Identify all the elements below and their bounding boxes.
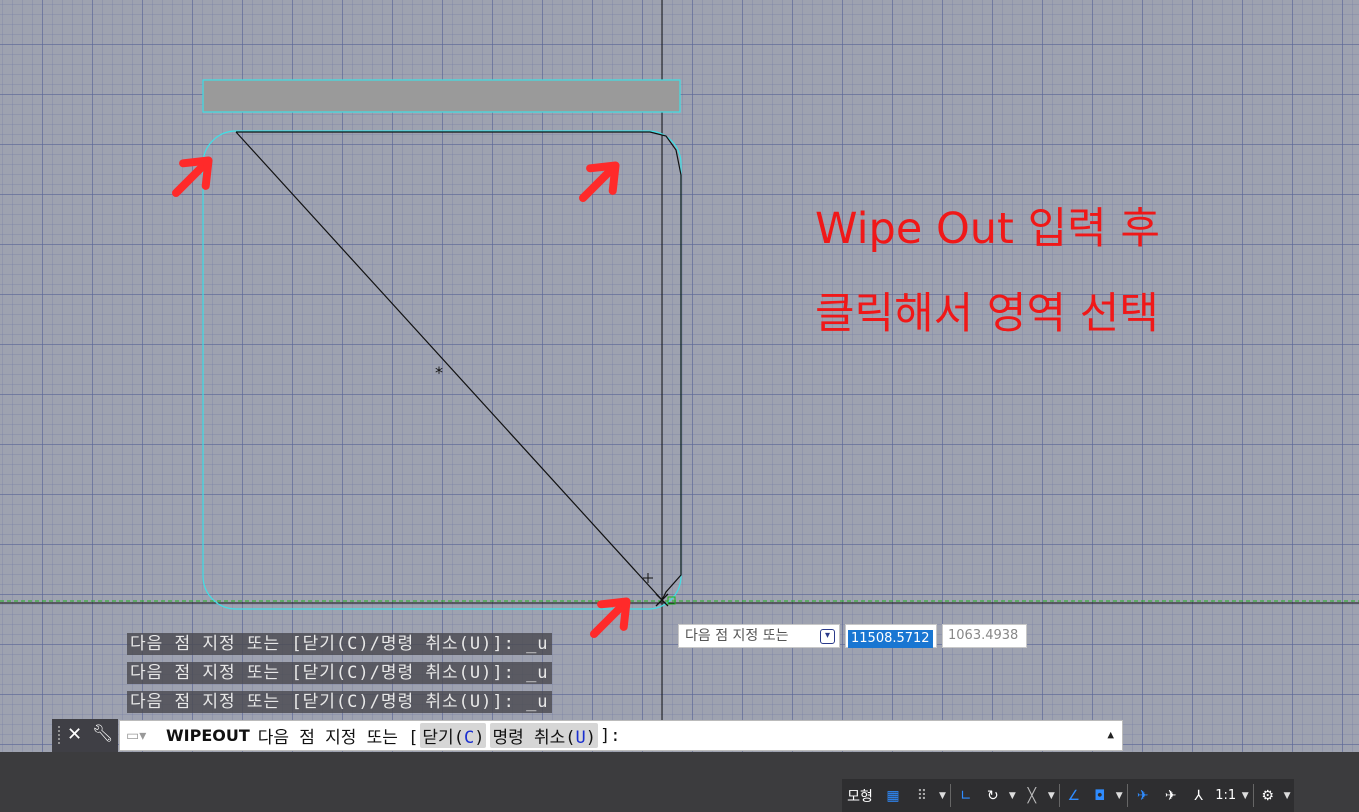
wrench-icon[interactable]: 🔧︎ (92, 724, 114, 744)
option-undo[interactable]: 명령 취소(U) (490, 723, 598, 748)
red-arrow-icon (172, 156, 213, 197)
status-tools: 모형 ▦ ⠿ ▼ ∟ ↻ ▼ ╳ ▼ ∠ ◘ ▼ ✈ ✈ ⅄ 1:1 ▼ ⚙ ▼ (842, 779, 1294, 812)
gear-icon[interactable]: ⚙ (1255, 779, 1281, 812)
dynamic-y-input[interactable]: 1063.4938 (942, 624, 1027, 648)
command-prompt: 다음 점 지정 또는 [ (257, 728, 419, 748)
divider (949, 784, 951, 807)
command-name: WIPEOUT (166, 726, 250, 745)
option-close-label: 닫기( (422, 728, 464, 748)
highlighted-rectangle[interactable] (202, 79, 681, 113)
divider (1058, 784, 1060, 807)
red-arrow-icon (579, 161, 620, 202)
scale-label[interactable]: 1:1 (1213, 779, 1239, 812)
grip-icon[interactable] (57, 725, 61, 746)
midpoint-marker: * (435, 363, 443, 382)
option-undo-key: U (575, 728, 586, 748)
object-snap-icon[interactable]: ◘ (1087, 779, 1113, 812)
annotation-line-1: Wipe Out 입력 후 (815, 204, 1160, 254)
chevron-down-icon[interactable]: ▼ (936, 779, 949, 812)
isodraft-icon[interactable]: ╳ (1019, 779, 1045, 812)
dynamic-x-input[interactable]: 11508.5712 (845, 624, 937, 648)
dynamic-x-value: 11508.5712 (848, 630, 933, 648)
chevron-down-icon[interactable]: ▼ (1239, 779, 1252, 812)
dynamic-prompt-text: 다음 점 지정 또는 (685, 628, 789, 644)
options-arrow-icon[interactable]: ▾ (820, 629, 835, 644)
chevron-down-icon[interactable]: ▼ (1045, 779, 1058, 812)
annotation-visibility-icon[interactable]: ✈ (1129, 779, 1157, 812)
annotation-scale-icon[interactable]: ⅄ (1185, 779, 1213, 812)
auto-scale-icon[interactable]: ✈ (1157, 779, 1185, 812)
chevron-down-icon[interactable]: ▼ (1006, 779, 1019, 812)
command-history-line: 다음 점 지정 또는 [닫기(C)/명령 취소(U)]: _u (127, 633, 552, 655)
ortho-icon[interactable]: ∟ (952, 779, 980, 812)
red-arrow-icon (590, 597, 631, 638)
wipeout-boundary (235, 131, 682, 602)
option-close-key: C (463, 728, 475, 748)
dynamic-input-tooltip: 다음 점 지정 또는 ▾ 11508.5712 1063.4938 (678, 624, 1027, 648)
command-line: ✕ 🔧︎ ▭▾ WIPEOUT 다음 점 지정 또는 [ 닫기(C) 명령 취소… (52, 719, 1124, 752)
object-snap-tracking-icon[interactable]: ∠ (1061, 779, 1087, 812)
polar-tracking-icon[interactable]: ↻ (980, 779, 1006, 812)
annotation-line-2: 클릭해서 영역 선택 (815, 289, 1159, 339)
command-input[interactable]: ▭▾ WIPEOUT 다음 점 지정 또는 [ 닫기(C) 명령 취소(U) ]… (119, 720, 1123, 751)
divider (1252, 784, 1254, 807)
chevron-down-icon[interactable]: ▼ (1281, 779, 1294, 812)
divider (1126, 784, 1128, 807)
close-icon[interactable]: ✕ (67, 724, 82, 745)
command-suffix: ]: (599, 725, 621, 746)
option-undo-label: 명령 취소( (492, 728, 576, 748)
expand-history-icon[interactable]: ▲ (1107, 728, 1114, 741)
command-line-handle[interactable]: ✕ 🔧︎ (52, 719, 118, 752)
model-tab[interactable]: 모형 (842, 779, 878, 812)
dynamic-input-prompt[interactable]: 다음 점 지정 또는 ▾ (678, 624, 840, 648)
command-history-line: 다음 점 지정 또는 [닫기(C)/명령 취소(U)]: _u (127, 691, 552, 713)
command-history-line: 다음 점 지정 또는 [닫기(C)/명령 취소(U)]: _u (127, 662, 552, 684)
grid-icon[interactable]: ▦ (878, 779, 908, 812)
recent-commands-icon[interactable]: ▭▾ (120, 728, 166, 744)
snap-grid-icon[interactable]: ⠿ (908, 779, 936, 812)
chevron-down-icon[interactable]: ▼ (1113, 779, 1126, 812)
option-close[interactable]: 닫기(C) (420, 723, 487, 748)
